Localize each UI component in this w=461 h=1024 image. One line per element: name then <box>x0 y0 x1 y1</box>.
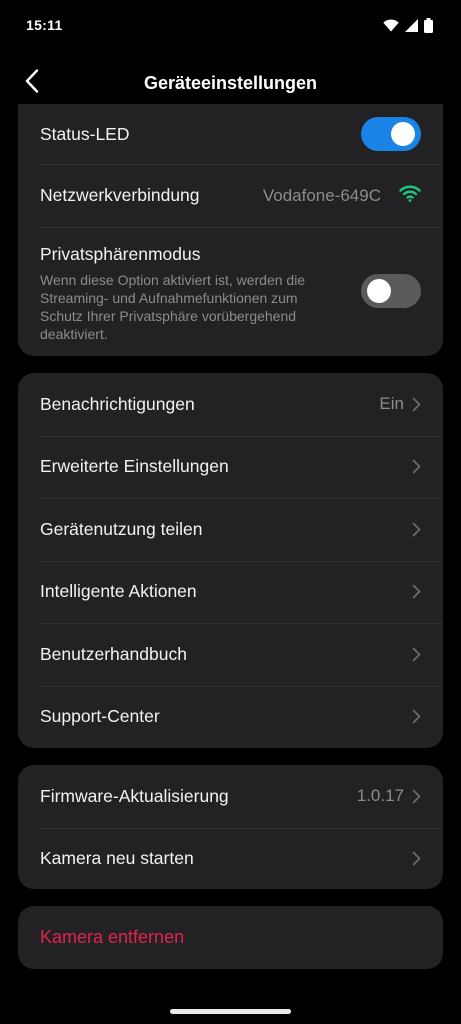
remove-camera-button[interactable]: Kamera entfernen <box>18 906 443 969</box>
back-button[interactable] <box>12 63 52 103</box>
share-device-label: Gerätenutzung teilen <box>40 518 203 539</box>
toggle-knob <box>391 122 415 146</box>
firmware-update-row[interactable]: Firmware-Aktualisierung 1.0.17 <box>18 765 443 828</box>
user-manual-row[interactable]: Benutzerhandbuch <box>18 623 443 686</box>
status-bar: 15:11 <box>0 0 461 50</box>
privacy-mode-toggle[interactable] <box>361 274 421 308</box>
chevron-right-icon <box>412 851 421 866</box>
settings-list-card: Benachrichtigungen Ein Erweiterte Einste… <box>18 373 443 748</box>
chevron-right-icon <box>412 789 421 804</box>
chevron-right-icon <box>412 397 421 412</box>
network-value: Vodafone-649C <box>262 185 381 205</box>
firmware-version: 1.0.17 <box>356 786 404 806</box>
network-label: Netzwerkverbindung <box>40 185 200 205</box>
status-time: 15:11 <box>26 17 63 33</box>
advanced-settings-label: Erweiterte Einstellungen <box>40 456 229 477</box>
remove-camera-card: Kamera entfernen <box>18 906 443 969</box>
smart-actions-label: Intelligente Aktionen <box>40 581 197 602</box>
advanced-settings-row[interactable]: Erweiterte Einstellungen <box>18 435 443 499</box>
support-center-label: Support-Center <box>40 706 160 727</box>
screen: 15:11 Geräteeinstellungen Status-LED Net… <box>0 0 461 1024</box>
signal-icon <box>405 18 418 32</box>
header: Geräteeinstellungen <box>0 58 461 108</box>
status-led-toggle[interactable] <box>361 117 421 151</box>
device-settings-card: Status-LED Netzwerkverbindung Vodafone-6… <box>18 104 443 356</box>
status-led-row: Status-LED <box>18 104 443 164</box>
privacy-mode-row: Privatsphärenmodus Wenn diese Option akt… <box>18 227 443 356</box>
page-title: Geräteeinstellungen <box>143 72 318 93</box>
chevron-left-icon <box>25 68 39 98</box>
status-icons <box>383 17 433 33</box>
privacy-mode-description: Wenn diese Option aktiviert ist, werden … <box>40 272 306 342</box>
home-indicator[interactable] <box>170 1009 291 1014</box>
restart-camera-label: Kamera neu starten <box>40 848 194 869</box>
network-row[interactable]: Netzwerkverbindung Vodafone-649C <box>18 164 443 227</box>
wifi-icon <box>383 18 399 32</box>
support-center-row[interactable]: Support-Center <box>18 685 443 749</box>
chevron-right-icon <box>412 522 421 537</box>
share-device-row[interactable]: Gerätenutzung teilen <box>18 498 443 561</box>
toggle-knob <box>367 279 391 303</box>
notifications-row[interactable]: Benachrichtigungen Ein <box>18 373 443 436</box>
network-right: Vodafone-649C <box>263 184 421 207</box>
notifications-value: Ein <box>379 394 404 414</box>
battery-icon <box>424 17 433 33</box>
remove-camera-label: Kamera entfernen <box>40 927 185 947</box>
restart-camera-row[interactable]: Kamera neu starten <box>18 827 443 890</box>
privacy-text: Privatsphärenmodus Wenn diese Option akt… <box>40 244 340 343</box>
chevron-right-icon <box>412 709 421 724</box>
row-right: Ein <box>379 394 421 414</box>
wifi-icon <box>399 184 421 207</box>
user-manual-label: Benutzerhandbuch <box>40 643 187 664</box>
chevron-right-icon <box>412 584 421 599</box>
firmware-update-label: Firmware-Aktualisierung <box>40 785 229 806</box>
status-led-label: Status-LED <box>40 123 130 144</box>
chevron-right-icon <box>412 459 421 474</box>
chevron-right-icon <box>412 647 421 662</box>
smart-actions-row[interactable]: Intelligente Aktionen <box>18 560 443 624</box>
privacy-mode-label: Privatsphärenmodus <box>40 244 201 264</box>
firmware-card: Firmware-Aktualisierung 1.0.17 Kamera ne… <box>18 765 443 889</box>
notifications-label: Benachrichtigungen <box>40 393 195 414</box>
row-right: 1.0.17 <box>357 786 421 806</box>
